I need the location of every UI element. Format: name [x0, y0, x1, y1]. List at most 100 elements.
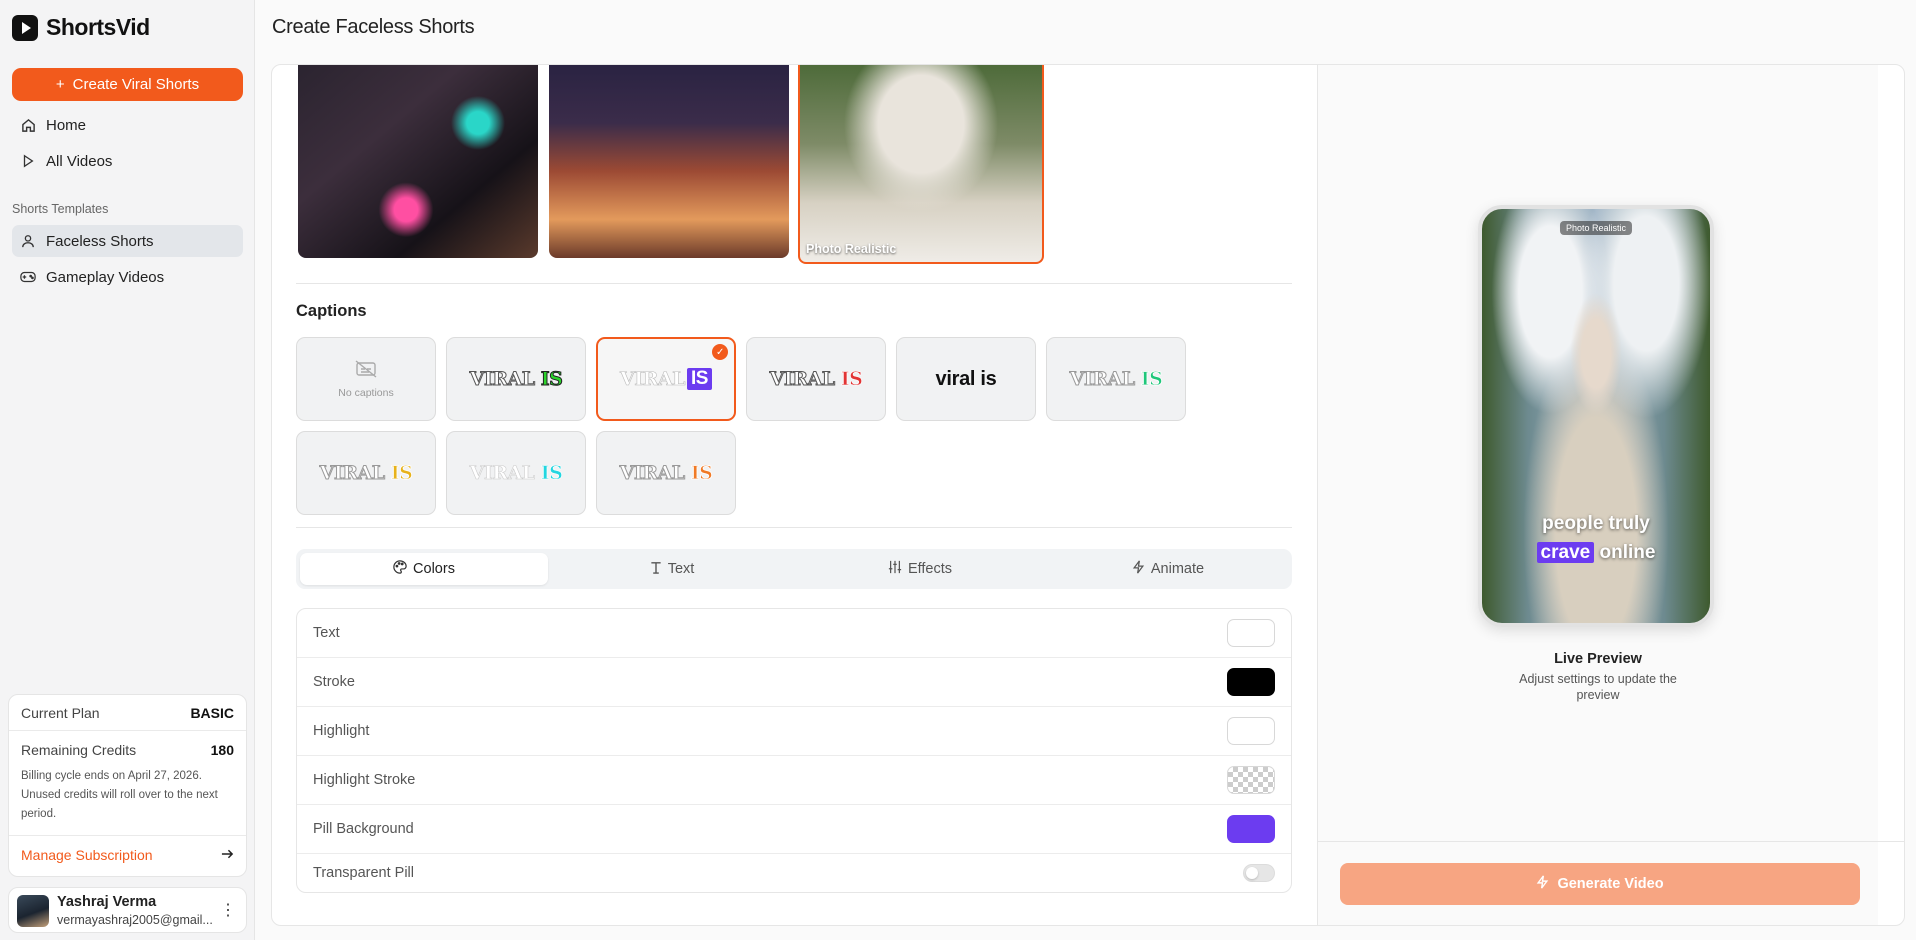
- caption-sample-word: VIRAL: [620, 368, 686, 391]
- caption-style-option[interactable]: VIRAL IS: [296, 431, 436, 515]
- remaining-credits-value: 180: [210, 742, 234, 758]
- caption-style-option[interactable]: VIRAL IS: [596, 431, 736, 515]
- sidebar-item-faceless-shorts[interactable]: Faceless Shorts: [12, 225, 243, 257]
- lightning-icon: [1536, 875, 1549, 893]
- generate-video-button[interactable]: Generate Video: [1340, 863, 1860, 905]
- setting-label: Pill Background: [313, 821, 414, 837]
- color-swatch-text[interactable]: [1227, 619, 1275, 647]
- sidebar-item-label: Faceless Shorts: [46, 232, 154, 250]
- divider: [1318, 841, 1904, 842]
- settings-panel: Photo Realistic Captions No captions VIR…: [272, 65, 1317, 925]
- sidebar-item-label: Home: [46, 116, 87, 134]
- home-icon: [20, 117, 36, 133]
- sidebar-item-all-videos[interactable]: All Videos: [12, 145, 243, 177]
- manage-subscription-link[interactable]: Manage Subscription: [21, 847, 234, 863]
- color-swatch-pill-background[interactable]: [1227, 815, 1275, 843]
- tab-effects[interactable]: Effects: [796, 553, 1044, 585]
- caption-sample-highlight: IS: [690, 462, 713, 485]
- sidebar-item-label: Gameplay Videos: [46, 268, 165, 286]
- section-label-templates: Shorts Templates: [12, 202, 109, 216]
- preview-subtitle: Adjust settings to update the preview: [1519, 672, 1677, 702]
- caption-settings-tabs: Colors Text Effects Animate: [296, 549, 1292, 589]
- caption-sample-highlight: IS: [540, 368, 563, 391]
- divider: [296, 283, 1292, 284]
- arrow-right-icon: [221, 847, 234, 863]
- caption-sample-word: VIRAL: [469, 462, 535, 485]
- sidebar: ShortsVid + Create Viral Shorts Home All…: [0, 0, 255, 940]
- create-viral-shorts-button[interactable]: + Create Viral Shorts: [12, 68, 243, 101]
- divider: [296, 527, 1292, 528]
- remaining-credits-label: Remaining Credits: [21, 742, 137, 758]
- caption-sample-word: VIRAL: [469, 368, 536, 391]
- color-swatch-stroke[interactable]: [1227, 668, 1275, 696]
- preview-panel: Photo Realistic people truly crave onlin…: [1317, 65, 1904, 925]
- remaining-credits-row: Remaining Credits 180: [21, 742, 234, 758]
- sidebar-item-home[interactable]: Home: [12, 109, 243, 141]
- caption-style-option[interactable]: VIRAL IS: [446, 431, 586, 515]
- setting-row-highlight-stroke: Highlight Stroke: [297, 756, 1291, 805]
- caption-style-option[interactable]: VIRAL IS: [1046, 337, 1186, 421]
- no-captions-icon: [355, 359, 377, 381]
- tab-label: Animate: [1150, 561, 1205, 577]
- preview-caption-word: online: [1599, 542, 1656, 563]
- current-plan-label: Current Plan: [21, 705, 100, 721]
- brand-name: ShortsVid: [46, 14, 150, 40]
- tab-animate[interactable]: Animate: [1044, 553, 1292, 585]
- page-title: Create Faceless Shorts: [272, 16, 475, 38]
- caption-sample-word: VIRAL: [319, 462, 386, 485]
- caption-sample-highlight: IS: [1140, 368, 1163, 391]
- manage-subscription-label: Manage Subscription: [21, 847, 153, 863]
- avatar: [17, 895, 49, 927]
- color-swatch-highlight-stroke[interactable]: [1227, 766, 1275, 794]
- tab-text[interactable]: Text: [548, 553, 796, 585]
- plus-icon: +: [55, 76, 65, 93]
- style-option-label: Photo Realistic: [806, 242, 897, 256]
- palette-icon: [393, 560, 407, 578]
- setting-row-text-color: Text: [297, 609, 1291, 658]
- user-name: Yashraj Verma: [57, 894, 157, 910]
- setting-label: Highlight: [313, 723, 370, 739]
- tab-label: Effects: [907, 561, 953, 577]
- caption-style-option[interactable]: VIRAL IS: [446, 337, 586, 421]
- color-swatch-highlight[interactable]: [1227, 717, 1275, 745]
- billing-note: Billing cycle ends on April 27, 2026. Un…: [21, 770, 218, 820]
- caption-sample-highlight: IS: [840, 368, 863, 391]
- captions-title: Captions: [296, 302, 367, 320]
- sidebar-item-gameplay-videos[interactable]: Gameplay Videos: [12, 261, 243, 293]
- style-option-cyberpunk[interactable]: [298, 65, 538, 258]
- setting-row-highlight-color: Highlight: [297, 707, 1291, 756]
- plan-card: Current Plan BASIC Remaining Credits 180…: [8, 694, 247, 877]
- main-card: Photo Realistic Captions No captions VIR…: [271, 64, 1905, 926]
- no-captions-label: No captions: [338, 386, 394, 399]
- sliders-icon: [888, 560, 902, 578]
- setting-label: Transparent Pill: [313, 865, 415, 881]
- phone-preview: Photo Realistic people truly crave onlin…: [1478, 205, 1714, 627]
- tab-label: Colors: [413, 561, 455, 577]
- style-option-pixel-art[interactable]: [549, 65, 789, 258]
- setting-row-pill-background: Pill Background: [297, 805, 1291, 854]
- transparent-pill-toggle[interactable]: [1243, 864, 1275, 882]
- play-icon: [20, 153, 36, 169]
- caption-style-none[interactable]: No captions: [296, 337, 436, 421]
- user-card[interactable]: Yashraj Verma vermayashraj2005@gmail... …: [8, 887, 247, 933]
- caption-style-option[interactable]: VIRAL IS: [746, 337, 886, 421]
- brand[interactable]: ShortsVid: [12, 14, 150, 41]
- style-option-photo-realistic[interactable]: Photo Realistic: [798, 65, 1044, 264]
- caption-style-option[interactable]: viral is: [896, 337, 1036, 421]
- text-icon: [650, 561, 662, 578]
- current-plan-value: BASIC: [190, 705, 234, 721]
- preview-caption-line2: crave online: [1482, 542, 1710, 564]
- create-button-label: Create Viral Shorts: [72, 76, 200, 93]
- caption-sample-highlight: IS: [687, 368, 712, 390]
- divider: [9, 835, 246, 836]
- caption-style-option-selected[interactable]: VIRAL IS ✓: [596, 337, 736, 421]
- caption-sample-word: VIRAL: [769, 368, 836, 391]
- preview-style-tag: Photo Realistic: [1559, 221, 1633, 235]
- preview-area: Photo Realistic people truly crave onlin…: [1318, 65, 1878, 925]
- more-options-icon[interactable]: ⋮: [220, 900, 236, 920]
- tab-label: Text: [667, 561, 695, 577]
- tab-colors[interactable]: Colors: [300, 553, 548, 585]
- setting-label: Highlight Stroke: [313, 772, 416, 788]
- preview-caption-highlight: crave: [1536, 542, 1595, 563]
- clapperboard-logo-icon: [12, 14, 38, 41]
